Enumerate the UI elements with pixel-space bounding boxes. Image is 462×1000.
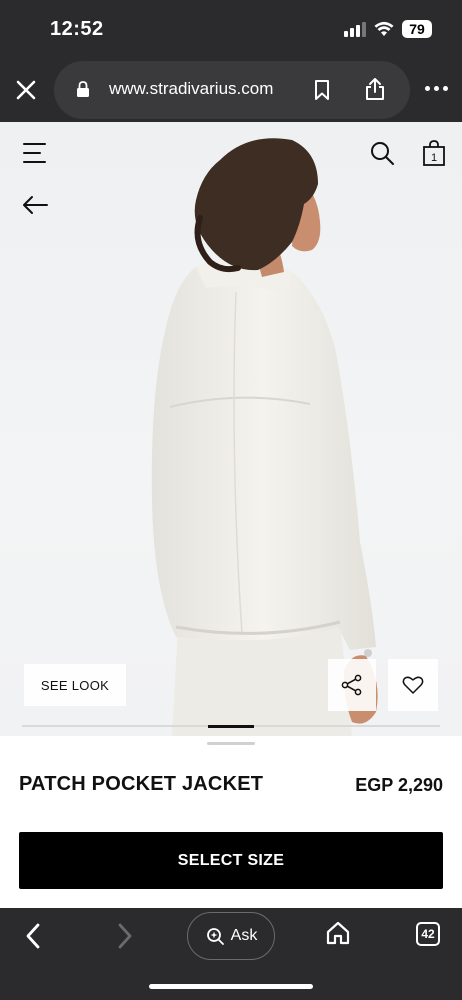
product-price: EGP 2,290 (355, 775, 443, 795)
lock-icon (77, 81, 89, 97)
heart-icon (402, 676, 424, 694)
browser-bottom-bar: Ask 42 (0, 908, 462, 1000)
carousel-indicator (208, 725, 254, 728)
share-button[interactable] (328, 659, 376, 711)
home-icon[interactable] (325, 920, 351, 951)
battery-icon: 79 (402, 20, 432, 38)
select-size-button[interactable]: SELECT SIZE (19, 832, 443, 889)
home-indicator (149, 984, 313, 989)
see-look-button[interactable]: SEE LOOK (24, 664, 126, 706)
share-icon (341, 674, 362, 696)
signal-icon (344, 22, 366, 37)
ask-button[interactable]: Ask (187, 912, 275, 960)
share-icon[interactable] (364, 77, 386, 101)
product-panel: PATCH POCKET JACKET EGP 2,290 SELECT SIZ… (0, 736, 462, 908)
url-text: www.stradivarius.com (109, 79, 274, 98)
sheet-handle[interactable] (207, 742, 255, 745)
forward-icon[interactable] (112, 922, 136, 955)
status-icons: 79 (344, 20, 432, 38)
menu-icon[interactable] (22, 141, 48, 170)
bag-count: 1 (431, 152, 437, 164)
back-icon[interactable] (22, 922, 46, 955)
status-bar: 12:52 79 (0, 0, 462, 60)
product-name: PATCH POCKET JACKET (19, 773, 264, 795)
search-icon[interactable] (369, 140, 395, 171)
back-arrow-icon[interactable] (22, 195, 48, 220)
browser-toolbar: www.stradivarius.com (0, 60, 462, 122)
favorite-button[interactable] (388, 659, 438, 711)
tabs-icon[interactable]: 42 (416, 922, 440, 946)
close-icon[interactable] (12, 76, 40, 104)
address-bar[interactable]: www.stradivarius.com (54, 61, 410, 119)
more-icon[interactable] (425, 86, 448, 91)
wifi-icon (374, 21, 394, 36)
product-image[interactable]: 1 SEE LOOK (0, 122, 462, 736)
bookmark-icon[interactable] (314, 79, 330, 101)
model-image (151, 138, 378, 736)
bag-icon[interactable]: 1 (422, 140, 446, 171)
status-time: 12:52 (50, 18, 104, 40)
ask-label: Ask (230, 927, 258, 944)
ask-sparkle-icon (206, 928, 224, 945)
